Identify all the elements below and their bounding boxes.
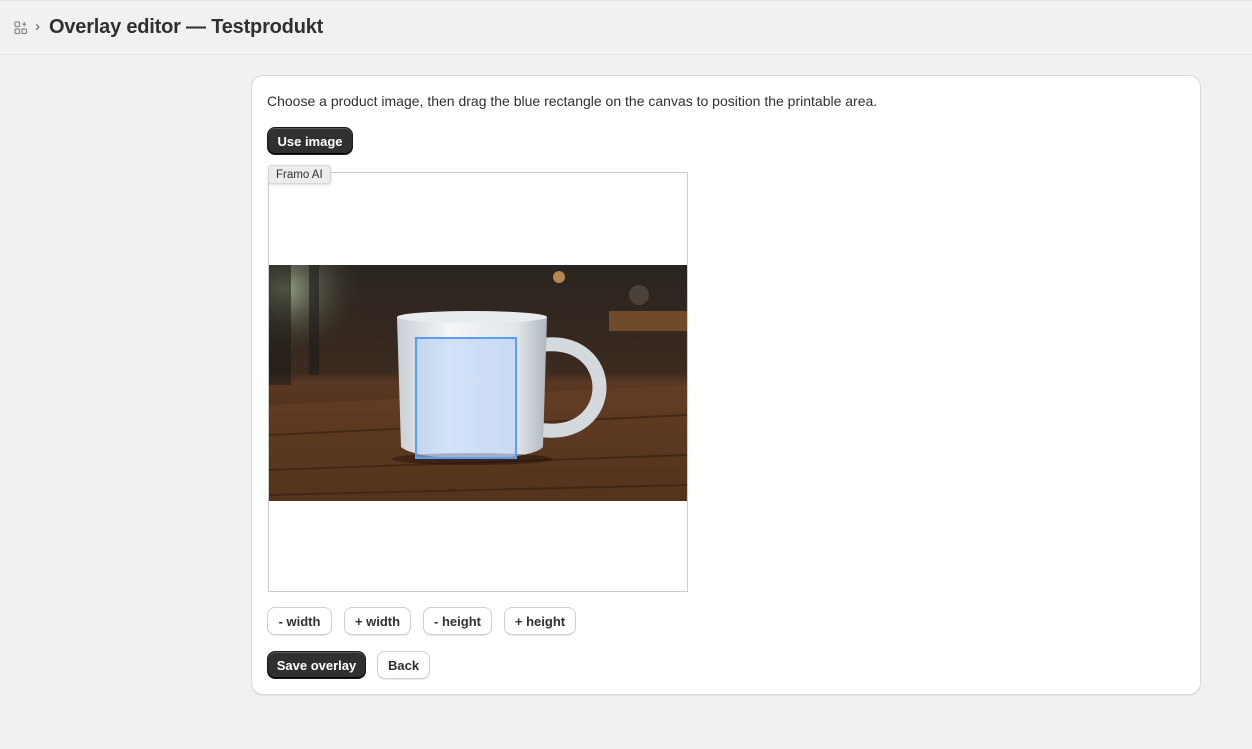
- back-button[interactable]: Back: [377, 651, 430, 679]
- decrease-height-button[interactable]: - height: [423, 607, 492, 635]
- product-image: [269, 265, 687, 501]
- use-image-button[interactable]: Use image: [267, 127, 353, 155]
- instructions-text: Choose a product image, then drag the bl…: [267, 93, 878, 109]
- increase-width-button[interactable]: + width: [344, 607, 411, 635]
- breadcrumb-separator: ›: [35, 18, 40, 35]
- overlay-editor-card: Choose a product image, then drag the bl…: [251, 75, 1201, 695]
- increase-height-button[interactable]: + height: [504, 607, 576, 635]
- image-source-tag: Framo AI: [268, 165, 331, 184]
- page-title: Overlay editor — Testprodukt: [49, 16, 324, 38]
- top-bar: › Overlay editor — Testprodukt: [0, 0, 1252, 55]
- save-overlay-button[interactable]: Save overlay: [267, 651, 366, 679]
- apps-icon[interactable]: [14, 21, 28, 35]
- overlay-canvas[interactable]: [268, 172, 688, 592]
- printable-area-rectangle[interactable]: [415, 337, 517, 459]
- decrease-width-button[interactable]: - width: [267, 607, 332, 635]
